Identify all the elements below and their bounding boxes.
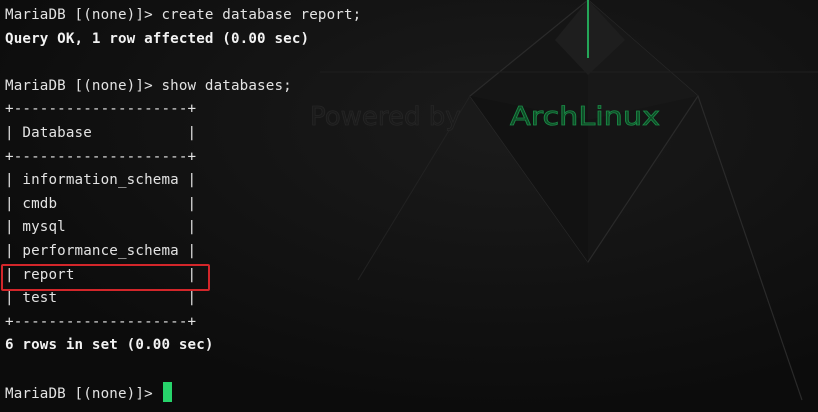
- terminal-line-row-count: 6 rows in set (0.00 sec): [5, 337, 214, 354]
- table-border-header: +--------------------+: [5, 148, 197, 165]
- terminal-prompt: MariaDB [(none)]>: [5, 385, 162, 402]
- terminal-line-show-databases-command: MariaDB [(none)]> show databases;: [5, 77, 292, 94]
- table-row: | cmdb |: [5, 195, 197, 212]
- report-row-highlight-box: [1, 264, 210, 291]
- terminal-window[interactable]: MariaDB [(none)]> create database report…: [0, 0, 818, 412]
- table-row: | performance_schema |: [5, 242, 197, 259]
- table-border-top: +--------------------+: [5, 101, 197, 118]
- table-border-bottom: +--------------------+: [5, 313, 197, 330]
- terminal-prompt-line[interactable]: MariaDB [(none)]>: [5, 381, 818, 406]
- table-row: | mysql |: [5, 219, 197, 236]
- table-row: | information_schema |: [5, 172, 197, 189]
- table-header-row: | Database |: [5, 124, 197, 141]
- terminal-cursor: [163, 381, 173, 402]
- terminal-line-create-command: MariaDB [(none)]> create database report…: [5, 7, 362, 23]
- terminal-line-query-ok: Query OK, 1 row affected (0.00 sec): [5, 30, 310, 47]
